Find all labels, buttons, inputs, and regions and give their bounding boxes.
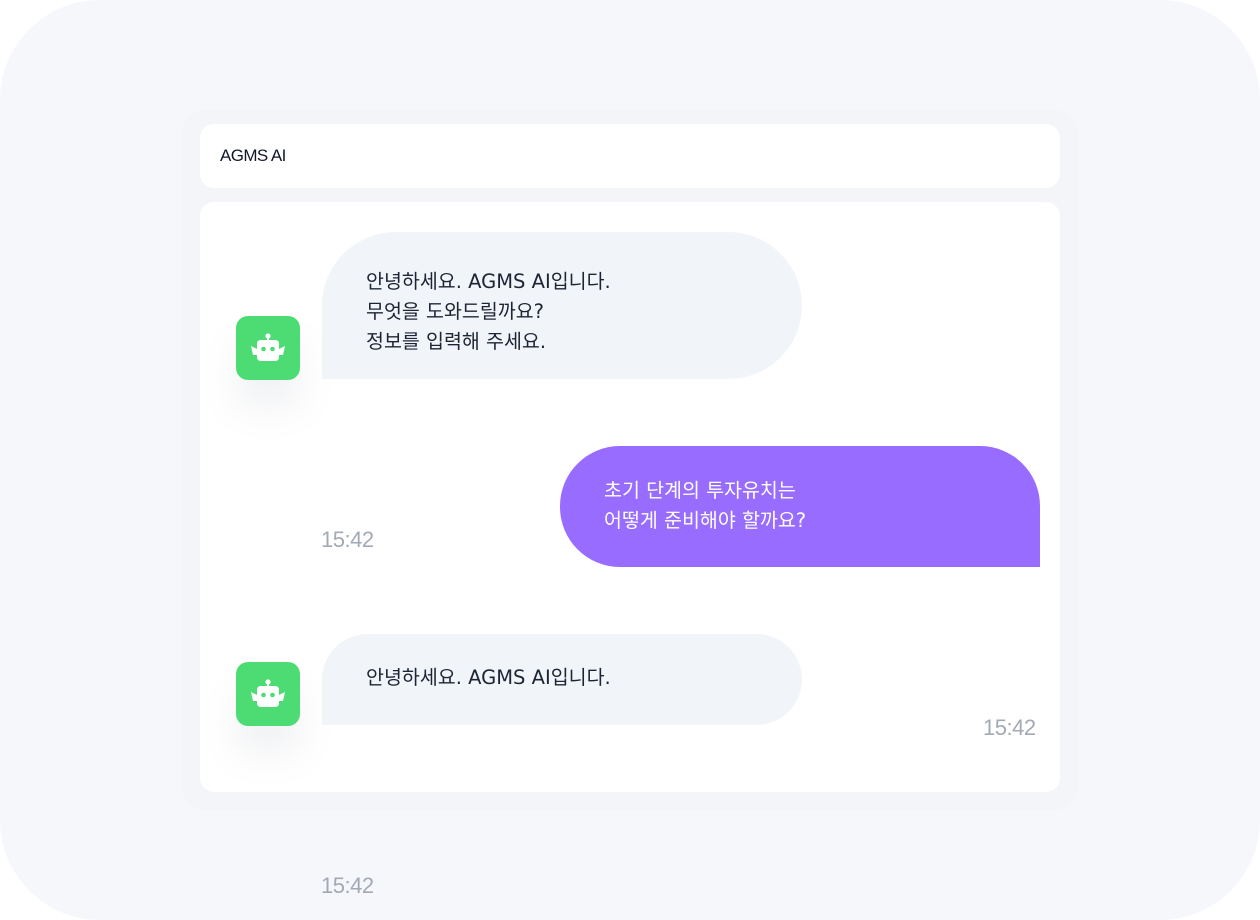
chat-title: AGMS AI — [220, 146, 286, 165]
bot-avatar — [236, 316, 300, 380]
message-timestamp: 15:42 — [321, 873, 374, 898]
chat-header: AGMS AI — [200, 124, 1060, 188]
message-text: 정보를 입력해 주세요. — [366, 330, 547, 353]
message-text: 안녕하세요. AGMS AI입니다. — [366, 666, 611, 689]
message-text: 어떻게 준비해야 할까요? — [604, 509, 807, 532]
bot-message-bubble: 안녕하세요. AGMS AI입니다. — [322, 634, 802, 725]
user-message-bubble: 초기 단계의 투자유치는 어떻게 준비해야 할까요? — [560, 446, 1040, 567]
message-timestamp: 15:42 — [321, 527, 374, 552]
robot-icon — [251, 333, 285, 361]
bot-avatar — [236, 662, 300, 726]
message-text: 무엇을 도와드릴까요? — [366, 300, 545, 323]
bot-message-bubble: 안녕하세요. AGMS AI입니다. 무엇을 도와드릴까요? 정보를 입력해 주… — [322, 232, 802, 379]
message-timestamp: 15:42 — [983, 715, 1036, 740]
message-text: 초기 단계의 투자유치는 — [604, 479, 796, 502]
message-text: 안녕하세요. AGMS AI입니다. — [366, 270, 611, 293]
robot-icon — [251, 679, 285, 707]
